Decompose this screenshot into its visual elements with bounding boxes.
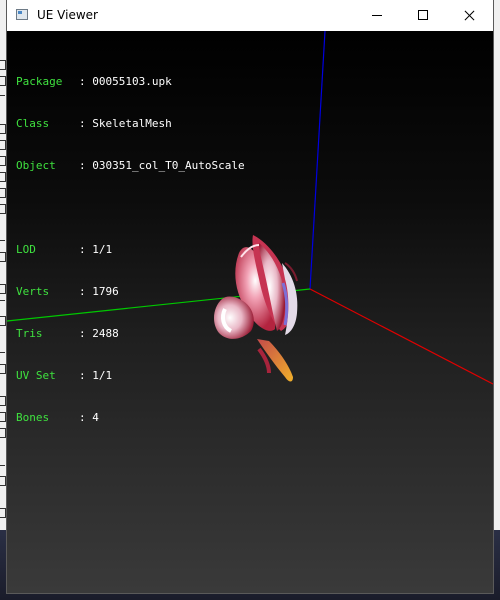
background-glyph: [0, 172, 6, 182]
minimize-button[interactable]: [354, 0, 400, 31]
tris-value: 2488: [92, 327, 119, 340]
info-label: Package: [16, 75, 63, 88]
background-glyph: [0, 140, 6, 150]
info-sep: :: [79, 369, 93, 382]
window-title: UE Viewer: [37, 8, 98, 22]
z-axis-line: [309, 31, 326, 290]
info-row-package: Package: 00055103.upk: [16, 75, 245, 89]
background-glyph: [0, 352, 5, 353]
x-axis-line: [309, 288, 493, 385]
object-value: 030351_col_T0_AutoScale: [92, 159, 245, 172]
bones-value: 4: [92, 411, 99, 424]
background-glyph: [0, 240, 5, 241]
info-sep: :: [79, 75, 93, 88]
uvset-value: 1/1: [92, 369, 113, 382]
title-bar[interactable]: UE Viewer: [7, 0, 493, 32]
info-sep: :: [79, 285, 93, 298]
maximize-button[interactable]: [400, 0, 446, 31]
info-label: LOD: [16, 243, 36, 256]
background-glyph: [0, 60, 6, 70]
lod-value: 1/1: [92, 243, 113, 256]
info-row-lod: LOD: 1/1: [16, 243, 245, 257]
info-row-bones: Bones: 4: [16, 411, 245, 425]
info-label: Object: [16, 159, 56, 172]
background-glyph: [0, 300, 5, 301]
background-glyph: [0, 412, 6, 422]
info-label: Class: [16, 117, 50, 130]
background-glyph: [0, 508, 6, 518]
background-glyph: [0, 396, 6, 406]
info-label: Tris: [16, 327, 43, 340]
background-glyph: [0, 316, 6, 326]
ue-viewer-window: UE Viewer Package: 00055103.upk Class:…: [7, 0, 493, 593]
mesh-info-overlay: Package: 00055103.upk Class: SkeletalMes…: [16, 47, 245, 453]
info-row-verts: Verts: 1796: [16, 285, 245, 299]
app-window-icon: [16, 9, 28, 20]
info-row-tris: Tris: 2488: [16, 327, 245, 341]
background-glyph: [0, 76, 6, 86]
info-row-object: Object: 030351_col_T0_AutoScale: [16, 159, 245, 173]
info-label: Bones: [16, 411, 50, 424]
background-glyph: [0, 284, 6, 294]
info-sep: :: [79, 117, 93, 130]
background-glyph: [0, 465, 5, 466]
background-glyph: [0, 188, 6, 198]
background-glyph: [0, 364, 6, 374]
3d-viewport[interactable]: Package: 00055103.upk Class: SkeletalMes…: [7, 31, 493, 593]
background-glyph: [0, 428, 6, 438]
background-glyph: [0, 156, 6, 166]
info-label: Verts: [16, 285, 50, 298]
package-value: 00055103.upk: [92, 75, 172, 88]
background-glyph: [0, 252, 6, 262]
background-glyph: [0, 124, 6, 134]
verts-value: 1796: [92, 285, 119, 298]
info-sep: :: [79, 159, 93, 172]
info-row-class: Class: SkeletalMesh: [16, 117, 245, 131]
desktop-right-strip: [492, 0, 500, 600]
info-row-uvset: UV Set: 1/1: [16, 369, 245, 383]
info-sep: :: [79, 327, 93, 340]
background-glyph: [0, 95, 5, 96]
info-sep: :: [79, 243, 93, 256]
background-glyph: [0, 204, 6, 214]
class-value: SkeletalMesh: [92, 117, 172, 130]
info-sep: :: [79, 411, 93, 424]
info-label: UV Set: [16, 369, 56, 382]
background-glyph: [0, 476, 6, 486]
close-button[interactable]: [446, 0, 492, 31]
